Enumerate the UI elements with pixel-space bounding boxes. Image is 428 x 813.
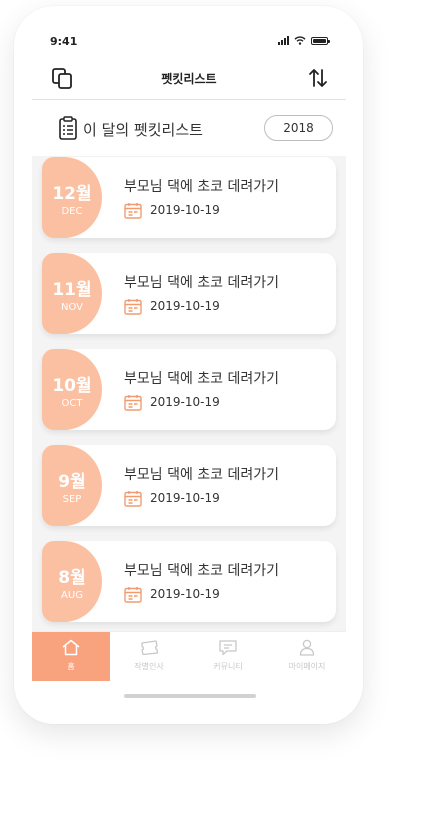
tab-label: 홈 — [67, 662, 75, 671]
page-title: 펫킷리스트 — [161, 72, 217, 86]
status-time: 9:41 — [50, 35, 78, 48]
badge-month: 8월 — [58, 568, 86, 588]
list-item[interactable]: 12월 DEC 부모님 댁에 초코 데려가기 2019-10-19 — [42, 157, 336, 238]
calendar-icon — [124, 395, 142, 411]
list-item[interactable]: 10월 OCT 부모님 댁에 초코 데려가기 2019-10-19 — [42, 349, 336, 430]
date-badge: 12월 DEC — [42, 157, 102, 238]
sort-icon[interactable] — [306, 66, 330, 90]
badge-month-abbr: DEC — [61, 206, 83, 217]
chat-icon — [219, 640, 237, 656]
year-selector[interactable]: 2018 — [264, 115, 333, 141]
tab-label: 커뮤니티 — [213, 662, 243, 671]
app-screen: 9:41 펫킷리스트 이 달의 펫킷리스트 2018 12월 DEC 부모님 댁… — [32, 26, 346, 706]
badge-month: 11월 — [52, 280, 92, 300]
list-item[interactable]: 11월 NOV 부모님 댁에 초코 데려가기 2019-10-19 — [42, 253, 336, 334]
nav-bar: 펫킷리스트 — [32, 58, 346, 100]
petkit-list: 12월 DEC 부모님 댁에 초코 데려가기 2019-10-19 11월 NO… — [42, 157, 336, 637]
tab-mypage[interactable]: 마이페이지 — [268, 632, 346, 681]
badge-month: 10월 — [52, 376, 92, 396]
badge-month-abbr: NOV — [60, 302, 84, 313]
item-title: 부모님 댁에 초코 데려가기 — [124, 467, 280, 483]
date-badge: 9월 SEP — [42, 445, 102, 526]
calendar-icon — [124, 491, 142, 507]
item-date: 2019-10-19 — [150, 491, 220, 505]
person-icon — [299, 639, 315, 656]
date-badge: 10월 OCT — [42, 349, 102, 430]
tab-farewell[interactable]: 작별인사 — [110, 632, 188, 681]
item-title: 부모님 댁에 초코 데려가기 — [124, 563, 280, 579]
item-date: 2019-10-19 — [150, 203, 220, 217]
status-bar: 9:41 — [32, 26, 346, 58]
badge-month: 12월 — [52, 184, 92, 204]
item-date: 2019-10-19 — [150, 395, 220, 409]
home-indicator — [124, 694, 256, 698]
calendar-icon — [124, 587, 142, 603]
date-badge: 11월 NOV — [42, 253, 102, 334]
tab-label: 작별인사 — [134, 662, 164, 671]
badge-month-abbr: AUG — [61, 590, 83, 601]
badge-month-abbr: OCT — [61, 398, 83, 409]
date-badge: 8월 AUG — [42, 541, 102, 622]
month-title: 이 달의 펫킷리스트 — [83, 121, 203, 139]
list-item[interactable]: 9월 SEP 부모님 댁에 초코 데려가기 2019-10-19 — [42, 445, 336, 526]
badge-month-abbr: SEP — [62, 494, 82, 505]
item-title: 부모님 댁에 초코 데려가기 — [124, 371, 280, 387]
calendar-icon — [124, 203, 142, 219]
month-header: 이 달의 펫킷리스트 2018 — [32, 100, 346, 156]
item-date: 2019-10-19 — [150, 587, 220, 601]
home-icon — [62, 639, 80, 656]
tab-label: 마이페이지 — [288, 662, 326, 671]
item-title: 부모님 댁에 초코 데려가기 — [124, 275, 280, 291]
wifi-icon — [294, 36, 306, 45]
calendar-icon — [124, 299, 142, 315]
battery-icon — [311, 36, 330, 45]
tab-community[interactable]: 커뮤니티 — [189, 632, 267, 681]
ticket-icon — [141, 640, 159, 656]
item-title: 부모님 댁에 초코 데려가기 — [124, 179, 280, 195]
clipboard-icon — [59, 116, 77, 140]
status-icons — [278, 36, 330, 45]
badge-month: 9월 — [58, 472, 86, 492]
item-date: 2019-10-19 — [150, 299, 220, 313]
list-item[interactable]: 8월 AUG 부모님 댁에 초코 데려가기 2019-10-19 — [42, 541, 336, 622]
tab-home[interactable]: 홈 — [32, 632, 110, 681]
signal-icon — [278, 36, 289, 45]
